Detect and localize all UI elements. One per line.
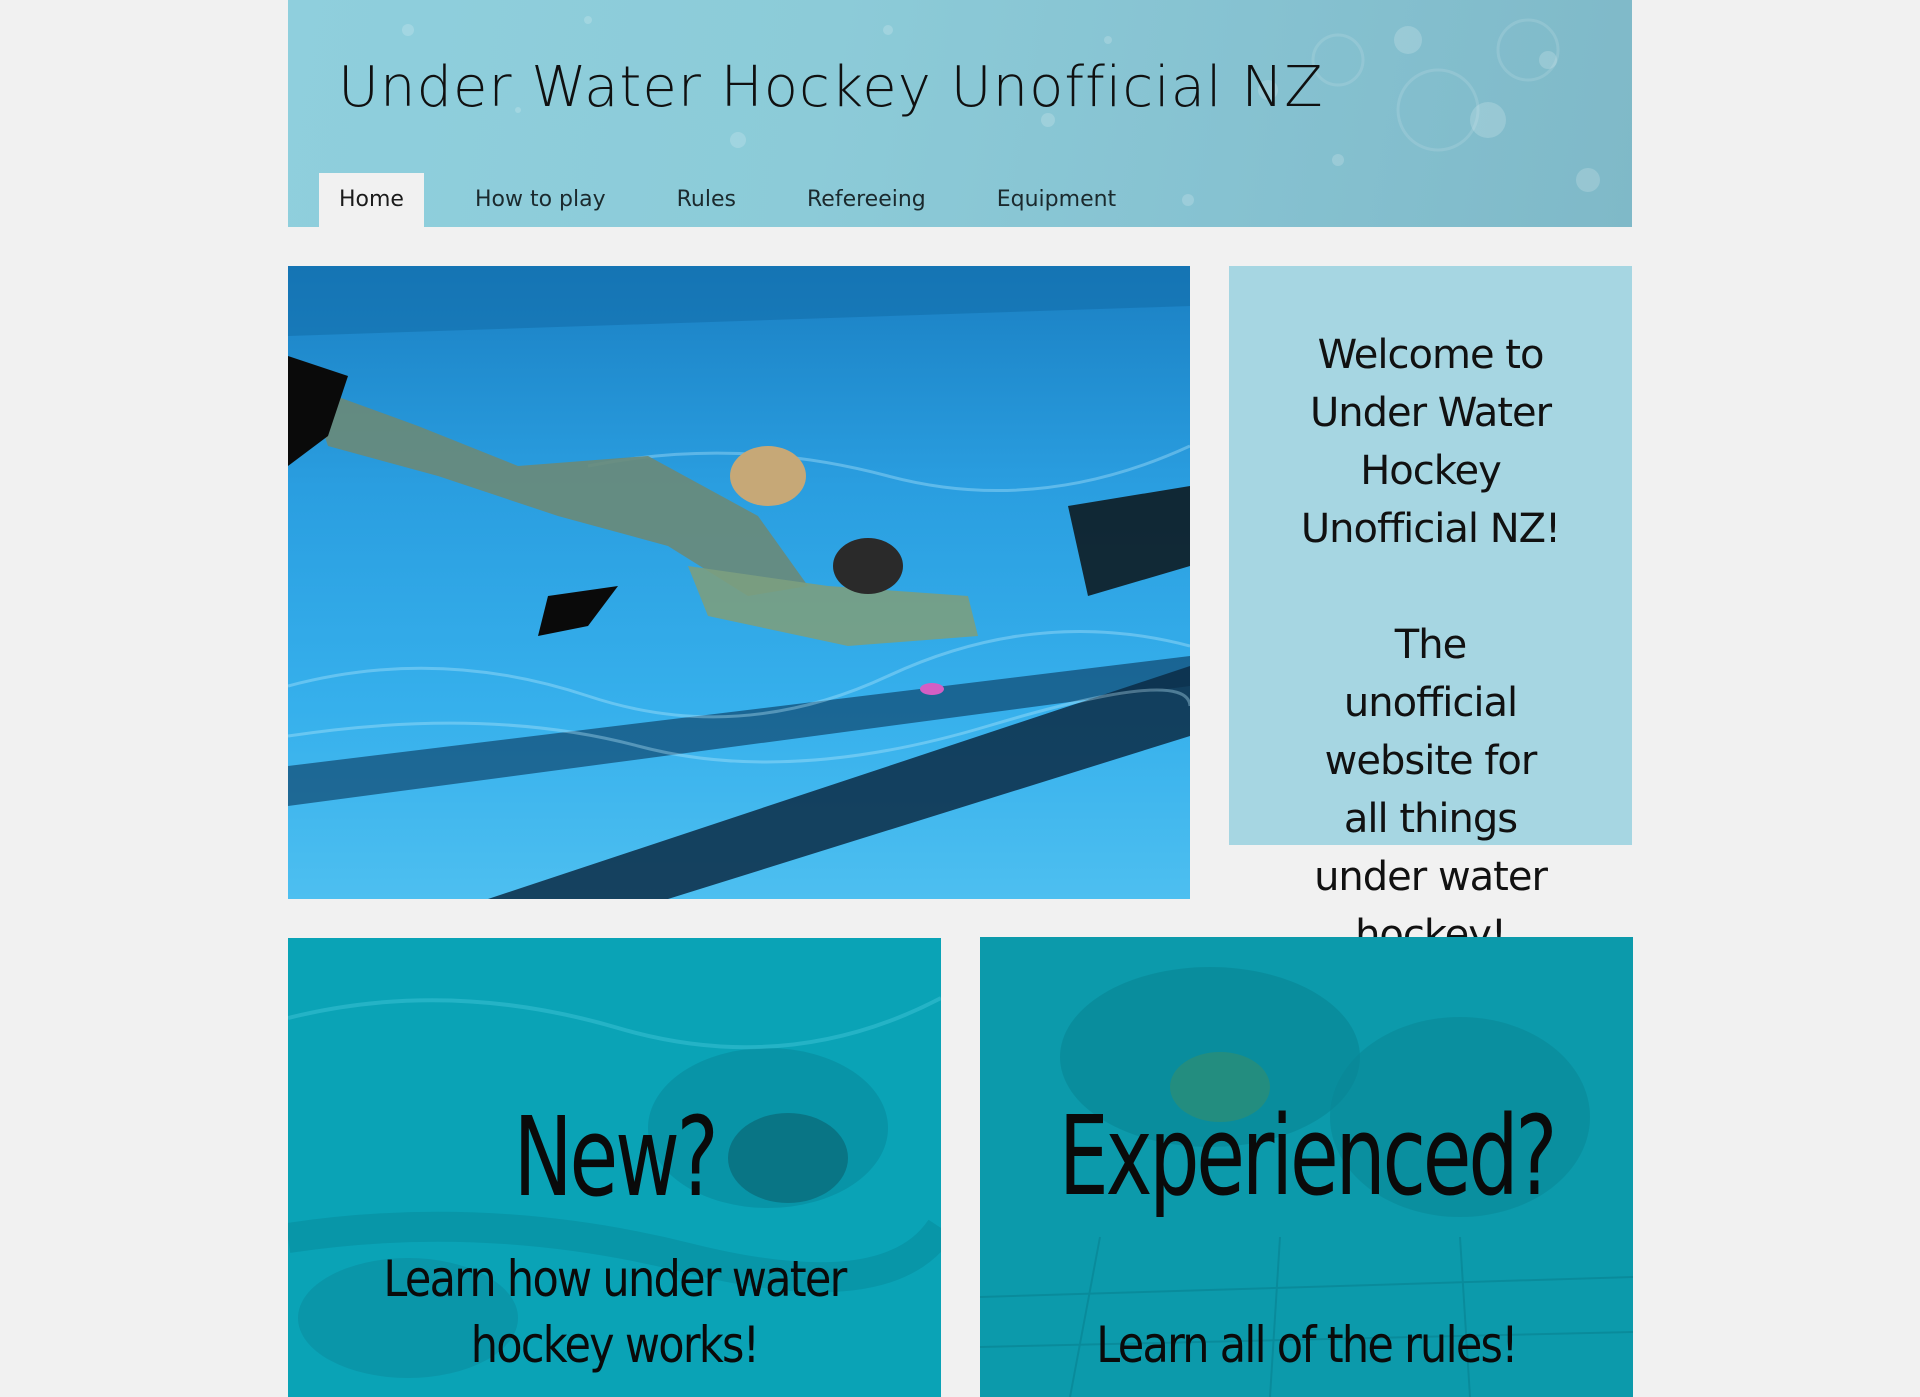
welcome-tagline: The unofficial website for all things un… [1314,622,1548,958]
nav-item-rules[interactable]: Rules [657,173,756,227]
experienced-card[interactable]: Experienced? Learn all of the rules! [980,937,1633,1397]
welcome-text: Welcome to Under Water Hockey Unofficial… [1300,332,1561,552]
nav-item-equipment[interactable]: Equipment [977,173,1136,227]
nav-item-how-to-play[interactable]: How to play [455,173,626,227]
nav-item-refereeing[interactable]: Refereeing [787,173,946,227]
nav-item-home[interactable]: Home [319,173,424,227]
welcome-box: Welcome to Under Water Hockey Unofficial… [1229,266,1632,958]
card-subtitle: Learn all of the rules! [1096,1316,1518,1374]
main-nav: Home How to play Rules Refereeing Equipm… [319,173,1167,227]
site-title[interactable]: Under Water Hockey Unofficial NZ [338,55,1324,120]
new-card[interactable]: New? Learn how under water hockey works! [288,938,941,1397]
pool-photo [288,266,1190,899]
hero-image [288,266,1190,899]
site-header: Under Water Hockey Unofficial NZ Home Ho… [288,0,1632,227]
card-subtitle: Learn how under water hockey works! [383,1250,847,1374]
card-title: New? [513,1093,719,1221]
card-title: Experienced? [1058,1092,1558,1220]
